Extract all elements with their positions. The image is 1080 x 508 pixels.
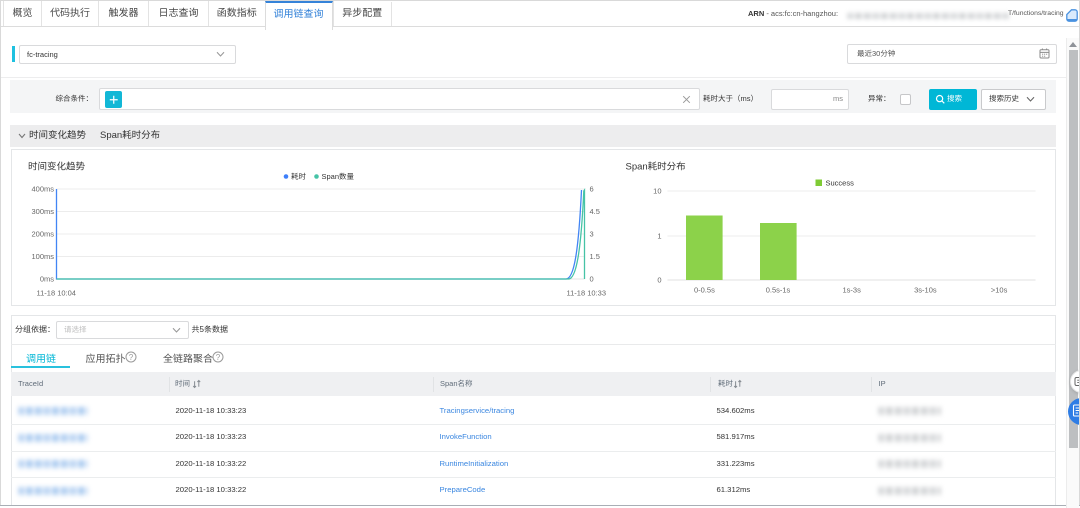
svg-text:6: 6 — [589, 185, 593, 194]
svg-text:1s-3s: 1s-3s — [842, 286, 861, 295]
svg-text:3s-10s: 3s-10s — [914, 286, 937, 295]
svg-text:3: 3 — [589, 230, 593, 239]
svg-text:0.5s-1s: 0.5s-1s — [765, 286, 790, 295]
svg-text:时间变化趋势: 时间变化趋势 — [28, 161, 86, 173]
svg-text:Span耗时分布: Span耗时分布 — [625, 162, 685, 173]
svg-text:400ms: 400ms — [31, 185, 54, 194]
svg-text:4.5: 4.5 — [589, 207, 599, 216]
svg-text:耗时: 耗时 — [291, 172, 306, 181]
svg-text:?: ? — [216, 353, 221, 362]
svg-text:1: 1 — [657, 232, 661, 241]
svg-text:Success: Success — [825, 179, 854, 188]
svg-text:?: ? — [129, 353, 134, 362]
svg-text:200ms: 200ms — [31, 230, 54, 239]
svg-text:0ms: 0ms — [39, 275, 53, 284]
svg-text:11-18 10:33: 11-18 10:33 — [566, 289, 605, 298]
svg-text:300ms: 300ms — [31, 207, 54, 216]
svg-text:1.5: 1.5 — [589, 252, 599, 261]
svg-text:>10s: >10s — [990, 286, 1007, 295]
svg-text:11-18 10:04: 11-18 10:04 — [36, 289, 75, 298]
svg-text:0-0.5s: 0-0.5s — [693, 286, 714, 295]
svg-text:10: 10 — [653, 187, 661, 196]
svg-text:0: 0 — [589, 275, 593, 284]
svg-text:100ms: 100ms — [31, 252, 54, 261]
svg-text:0: 0 — [657, 275, 661, 284]
svg-text:Span数量: Span数量 — [321, 172, 354, 181]
